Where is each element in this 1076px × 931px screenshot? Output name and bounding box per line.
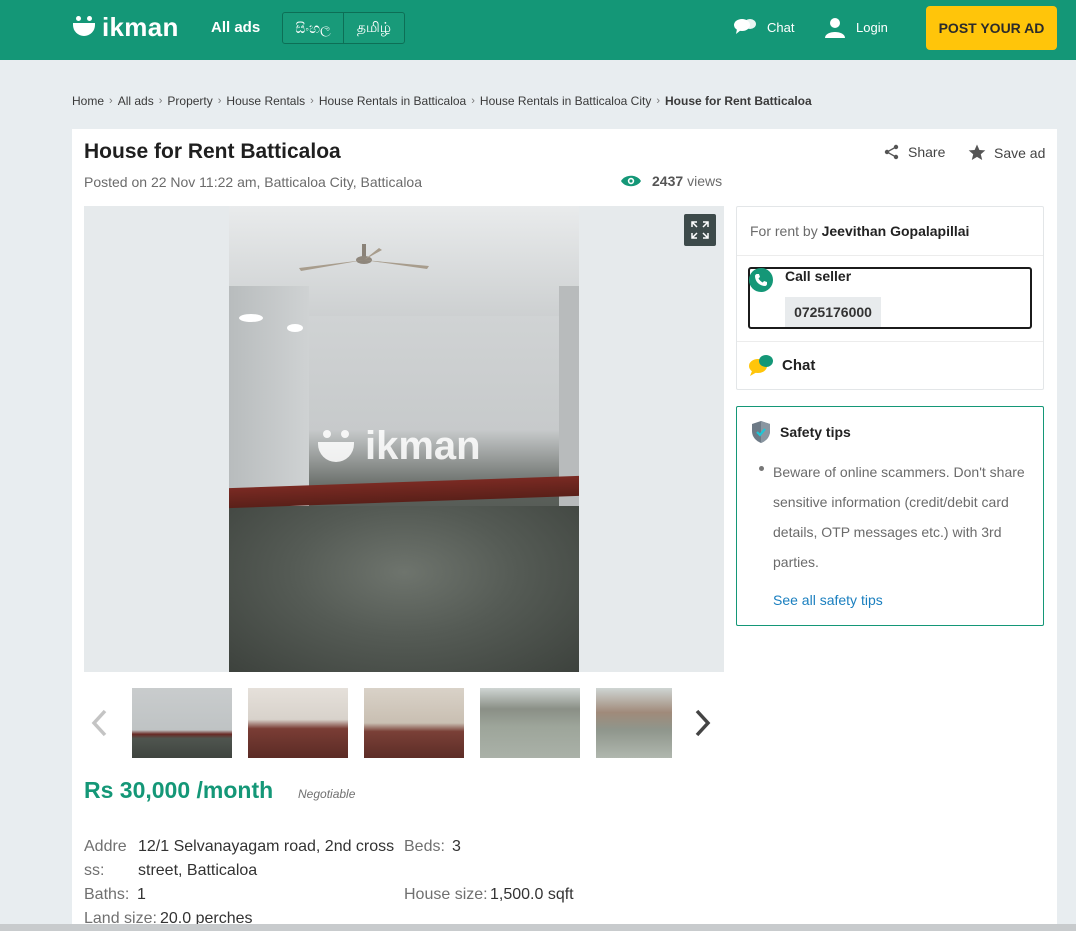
share-icon [884, 144, 899, 160]
baths-label: Baths: [84, 886, 130, 903]
save-ad-label: Save ad [994, 144, 1046, 161]
expand-icon [691, 221, 709, 239]
thumbnail-5[interactable] [596, 688, 672, 758]
chat-bubbles-icon [749, 355, 773, 376]
breadcrumb-property[interactable]: Property [167, 94, 212, 108]
seller-chat-label: Chat [782, 356, 816, 374]
breadcrumb: Home › All ads › Property › House Rentals › … [72, 94, 812, 108]
seller-info: For rent by Jeevithan Gopalapillai [750, 223, 969, 239]
posted-info: Posted on 22 Nov 11:22 am, Batticaloa Ci… [84, 174, 423, 190]
bullet-dot [759, 466, 764, 471]
thumbnail-3[interactable] [364, 688, 464, 758]
seller-chat-button[interactable]: Chat [748, 354, 815, 376]
user-icon [825, 18, 845, 38]
shield-check-icon [752, 421, 770, 443]
beds-value: 3 [452, 838, 461, 855]
ceiling-fan-shape [299, 244, 429, 271]
post-your-ad-button[interactable]: POST YOUR AD [926, 6, 1057, 50]
safety-tips-heading: Safety tips [750, 420, 851, 444]
thumbnail-4[interactable] [480, 688, 580, 758]
watermark-text: ikman [365, 424, 481, 468]
safety-tips-text: Beware of online scammers. Don't share s… [773, 464, 1025, 570]
chevron-right-icon: › [217, 95, 222, 107]
horizontal-scrollbar[interactable] [0, 924, 1076, 931]
address-value-line-2: street, Batticaloa [138, 862, 258, 879]
beds-label: Beds: [404, 838, 445, 855]
baths-value: 1 [137, 886, 146, 903]
chevron-right-icon: › [656, 95, 660, 107]
breadcrumb-home[interactable]: Home [72, 94, 104, 108]
address-label-line-1: Addre [84, 838, 127, 855]
login-label: Login [856, 19, 888, 35]
ikman-logo-icon [72, 16, 96, 38]
fullscreen-button[interactable] [684, 214, 716, 246]
seller-name[interactable]: Jeevithan Gopalapillai [822, 223, 970, 239]
ad-price: Rs 30,000 /month [84, 777, 274, 803]
see-all-safety-tips-link[interactable]: See all safety tips [773, 592, 883, 608]
thumbnail-2[interactable] [248, 688, 348, 758]
breadcrumb-all-ads[interactable]: All ads [118, 94, 154, 108]
views-counter: 2437 views [620, 173, 722, 189]
share-label: Share [908, 144, 946, 160]
house-size-value: 1,500.0 sqft [490, 886, 574, 903]
house-size-label: House size: [404, 886, 488, 903]
login-link[interactable]: Login [824, 16, 888, 38]
chevron-right-icon: › [109, 95, 113, 107]
main-image-gallery[interactable]: ikman [84, 206, 724, 672]
thumbnails-next-arrow-icon[interactable] [694, 708, 712, 738]
address-value-line-1: 12/1 Selvanayagam road, 2nd cross [138, 838, 395, 855]
phone-icon [749, 268, 773, 292]
all-ads-link[interactable]: All ads [211, 19, 260, 36]
divider [737, 255, 1043, 256]
ad-title: House for Rent Batticaloa [84, 140, 341, 163]
chevron-right-icon: › [158, 95, 163, 107]
breadcrumb-house-rentals-batticaloa[interactable]: House Rentals in Batticaloa [319, 94, 466, 108]
for-rent-by-label: For rent by [750, 223, 818, 239]
thumbnails-prev-arrow-icon[interactable] [90, 708, 108, 738]
ikman-watermark: ikman [317, 424, 481, 469]
thumbnail-1[interactable] [132, 688, 232, 758]
divider [737, 341, 1043, 342]
negotiable-tag: Negotiable [298, 787, 356, 801]
safety-tips-title: Safety tips [780, 424, 851, 440]
logo-text: ikman [102, 11, 179, 42]
seller-phone-number[interactable]: 0725176000 [785, 297, 881, 327]
breadcrumb-house-rentals-batticaloa-city[interactable]: House Rentals in Batticaloa City [480, 94, 651, 108]
chevron-right-icon: › [471, 95, 475, 107]
language-switcher: සිංහල தமிழ் [282, 12, 405, 44]
eye-icon [621, 175, 641, 187]
call-seller-label: Call seller [785, 268, 852, 284]
chevron-right-icon: › [310, 95, 314, 107]
breadcrumb-house-rentals[interactable]: House Rentals [226, 94, 305, 108]
language-tamil[interactable]: தமிழ் [343, 13, 404, 43]
save-ad-button[interactable]: Save ad [968, 144, 1045, 161]
header-chat-label: Chat [767, 19, 795, 35]
ikman-logo[interactable]: ikman [72, 12, 179, 42]
ikman-watermark-icon [317, 429, 355, 464]
chat-bubbles-icon [734, 19, 756, 34]
header-chat-link[interactable]: Chat [733, 16, 794, 38]
language-sinhala[interactable]: සිංහල [283, 13, 343, 43]
breadcrumb-current: House for Rent Batticaloa [665, 94, 812, 108]
views-label: views [687, 173, 723, 189]
address-label-line-2: ss: [84, 862, 105, 879]
star-icon [968, 144, 986, 160]
views-count: 2437 [652, 173, 684, 189]
share-button[interactable]: Share [884, 144, 945, 160]
